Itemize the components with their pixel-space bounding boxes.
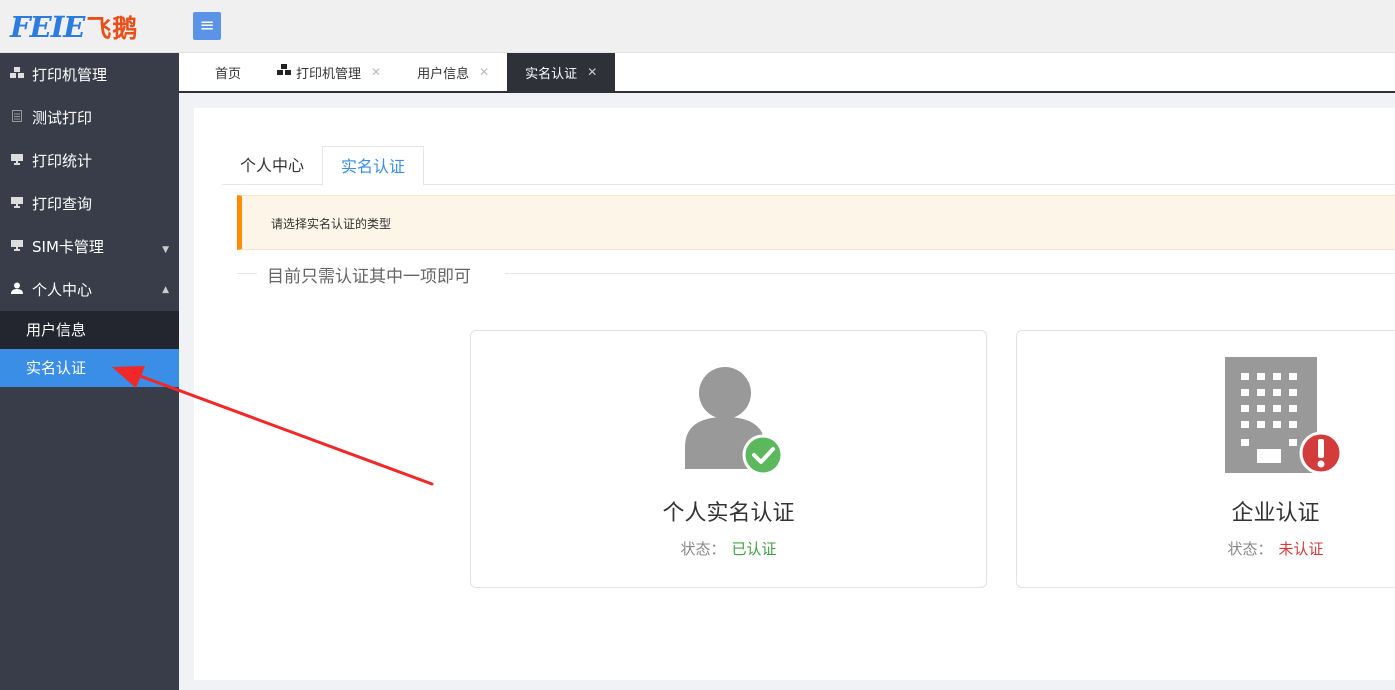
status-value: 已认证 bbox=[731, 540, 777, 558]
sidebar-item-print-query[interactable]: 打印查询 bbox=[0, 182, 179, 225]
brand-cn: 飞鹅 bbox=[86, 14, 139, 43]
sidebar-item-label: 打印机管理 bbox=[32, 66, 108, 84]
enterprise-auth-card[interactable]: 企业认证 状态： 未认证 bbox=[1016, 330, 1395, 588]
monitor-icon bbox=[8, 196, 26, 211]
divider-text: 目前只需认证其中一项即可 bbox=[267, 267, 471, 287]
brand-logo[interactable]: FEIE 飞鹅 bbox=[10, 8, 138, 46]
sidebar-subitem-user-info[interactable]: 用户信息 bbox=[0, 311, 179, 349]
sidebar-item-sim-management[interactable]: SIM卡管理 ▼ bbox=[0, 225, 179, 268]
file-icon bbox=[8, 110, 26, 125]
divider-line bbox=[237, 273, 257, 274]
status-label: 状态： bbox=[1227, 540, 1273, 558]
sidebar-item-label: 个人中心 bbox=[32, 281, 93, 299]
notice-box: 请选择实名认证的类型 bbox=[237, 195, 1395, 250]
status-value: 未认证 bbox=[1278, 540, 1324, 558]
divider-line bbox=[505, 273, 1395, 274]
person-verified-icon bbox=[681, 365, 784, 477]
tab-label: 实名认证 bbox=[525, 66, 578, 82]
content-tabs: 个人中心 实名认证 bbox=[222, 146, 1395, 186]
tab-label: 首页 bbox=[215, 66, 242, 82]
card-status: 状态： 已认证 bbox=[471, 538, 986, 559]
sidebar-item-print-stats[interactable]: 打印统计 bbox=[0, 139, 179, 182]
tab-personal-center[interactable]: 个人中心 bbox=[222, 146, 322, 185]
close-icon[interactable]: ✕ bbox=[587, 65, 597, 79]
card-status: 状态： 未认证 bbox=[1017, 538, 1395, 559]
tab-real-name[interactable]: 实名认证 bbox=[322, 146, 425, 186]
sidebar-item-label: 打印统计 bbox=[32, 152, 93, 170]
sidebar: 打印机管理 测试打印 打印统计 打印查询 SIM卡管理 ▼ 个人中心 ▲ 用户信… bbox=[0, 53, 179, 690]
monitor-icon bbox=[8, 153, 26, 168]
sidebar-item-label: SIM卡管理 bbox=[32, 238, 104, 256]
sidebar-item-test-print[interactable]: 测试打印 bbox=[0, 96, 179, 139]
sidebar-subitem-real-name-auth[interactable]: 实名认证 bbox=[0, 349, 179, 387]
card-title: 个人实名认证 bbox=[662, 501, 795, 526]
close-icon[interactable]: ✕ bbox=[479, 65, 489, 79]
tab-real-name-auth[interactable]: 实名认证 ✕ bbox=[507, 53, 616, 91]
sidebar-item-label: 测试打印 bbox=[32, 109, 93, 127]
user-icon bbox=[8, 282, 26, 297]
sidebar-item-personal-center[interactable]: 个人中心 ▲ bbox=[0, 268, 179, 311]
sidebar-item-printer-management[interactable]: 打印机管理 bbox=[0, 53, 179, 96]
card-title: 企业认证 bbox=[1231, 501, 1320, 526]
top-header: FEIE 飞鹅 ≡ bbox=[0, 0, 1395, 53]
caret-down-icon: ▼ bbox=[162, 245, 169, 255]
building-warning-icon bbox=[1219, 357, 1349, 485]
tab-user-info[interactable]: 用户信息 ✕ bbox=[399, 53, 507, 91]
content-panel: 个人中心 实名认证 请选择实名认证的类型 目前只需认证其中一项即可 个人实名认证… bbox=[194, 108, 1395, 680]
cubes-icon bbox=[277, 64, 292, 80]
notice-text: 请选择实名认证的类型 bbox=[271, 217, 392, 231]
close-icon[interactable]: ✕ bbox=[371, 65, 381, 79]
brand-latin: FEIE bbox=[10, 10, 85, 44]
tab-label: 打印机管理 bbox=[296, 66, 362, 82]
tab-printer-management[interactable]: 打印机管理 ✕ bbox=[259, 53, 399, 91]
caret-up-icon: ▲ bbox=[162, 285, 169, 295]
tab-label: 用户信息 bbox=[417, 66, 470, 82]
hamburger-icon: ≡ bbox=[199, 15, 215, 36]
section-divider: 目前只需认证其中一项即可 bbox=[237, 262, 1395, 287]
status-label: 状态： bbox=[680, 540, 726, 558]
monitor-icon bbox=[8, 239, 26, 254]
sidebar-item-label: 打印查询 bbox=[32, 195, 93, 213]
page-tabs-bar: 首页 打印机管理 ✕ 用户信息 ✕ 实名认证 ✕ bbox=[179, 53, 1395, 93]
sidebar-submenu: 用户信息 实名认证 bbox=[0, 311, 179, 387]
menu-toggle-button[interactable]: ≡ bbox=[193, 12, 221, 40]
cubes-icon bbox=[8, 67, 26, 82]
personal-auth-card[interactable]: 个人实名认证 状态： 已认证 bbox=[470, 330, 987, 588]
tab-home[interactable]: 首页 bbox=[179, 53, 259, 91]
